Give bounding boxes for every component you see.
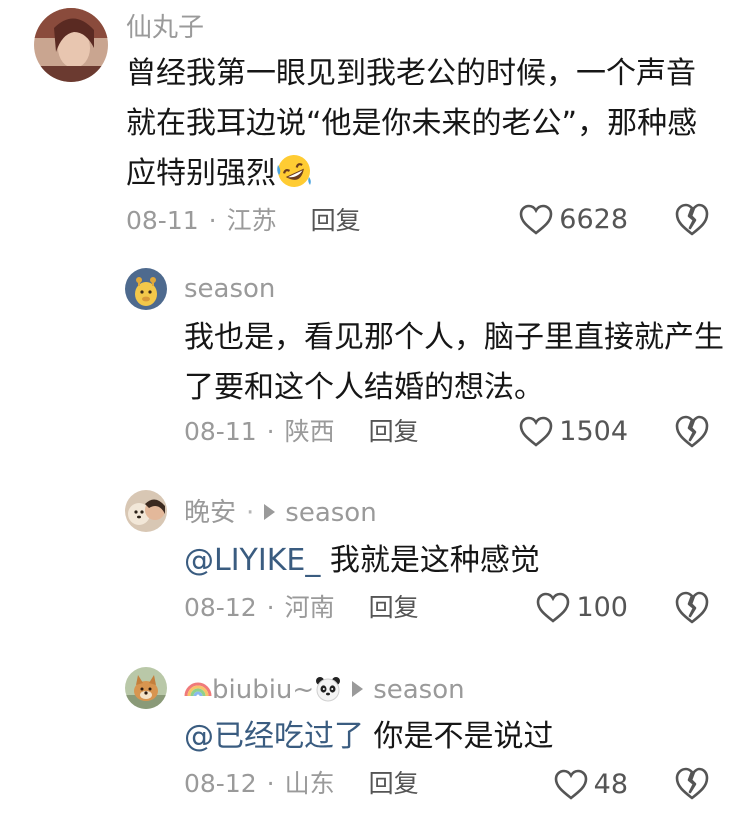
like-count: 48: [593, 769, 628, 800]
reply-button[interactable]: 回复: [369, 593, 419, 622]
comment-meta: 08-12 · 山东 回复: [184, 768, 419, 800]
reply-button[interactable]: 回复: [369, 417, 419, 446]
comment-text-body: 我就是这种感觉: [320, 543, 540, 578]
comment-location: 陕西: [284, 417, 335, 446]
broken-heart-icon[interactable]: [674, 414, 710, 450]
like-count: 1504: [559, 416, 628, 447]
reply-target[interactable]: season: [285, 498, 376, 528]
broken-heart-icon[interactable]: [674, 766, 710, 802]
comment-username[interactable]: 仙丸子: [126, 12, 204, 44]
reply-arrow-icon: [264, 504, 276, 520]
comment-text: 我也是，看见那个人，脑子里直接就产生了要和这个人结婚的想法。: [184, 313, 724, 413]
avatar[interactable]: [34, 8, 108, 82]
like-button[interactable]: 6628: [519, 200, 628, 240]
like-count: 100: [576, 592, 628, 623]
comment-username: biubiu~ season: [184, 674, 465, 706]
comment-date: 08-11: [184, 417, 257, 446]
panda-icon: [316, 677, 341, 702]
comment-date: 08-12: [184, 769, 257, 798]
like-count: 6628: [559, 204, 628, 235]
comment-location: 河南: [284, 593, 335, 622]
comment-text-body: 曾经我第一眼见到我老公的时候，一个声音就在我耳边说“他是你未来的老公”，那种感应…: [126, 56, 698, 191]
comment-meta: 08-11 · 陕西 回复: [184, 416, 419, 448]
like-button[interactable]: 48: [554, 765, 628, 805]
mention-link[interactable]: @已经吃过了: [184, 719, 364, 754]
heart-icon: [519, 416, 553, 447]
heart-icon: [519, 204, 553, 235]
reply-button[interactable]: 回复: [369, 769, 419, 798]
reply-button[interactable]: 回复: [311, 206, 361, 235]
comment-username: 晚安 · season: [184, 497, 377, 529]
avatar[interactable]: [125, 490, 167, 532]
broken-heart-icon[interactable]: [674, 202, 710, 238]
comment-text-body: 我也是，看见那个人，脑子里直接就产生了要和这个人结婚的想法。: [184, 320, 724, 405]
meta-dot: ·: [266, 593, 275, 622]
like-button[interactable]: 100: [536, 588, 628, 628]
comment-username[interactable]: season: [184, 273, 275, 305]
avatar[interactable]: [125, 667, 167, 709]
comment-location: 江苏: [226, 206, 277, 235]
heart-icon: [537, 592, 570, 623]
reply-author[interactable]: 晚安: [184, 498, 236, 528]
like-button[interactable]: 1504: [519, 412, 628, 452]
comment-meta: 08-12 · 河南 回复: [184, 592, 419, 624]
comment-text-body: 你是不是说过: [364, 719, 554, 754]
meta-dot: ·: [266, 417, 275, 446]
comment-meta: 08-11 · 江苏 回复: [126, 205, 361, 237]
username-separator: ·: [246, 498, 255, 528]
meta-dot: ·: [208, 206, 217, 235]
broken-heart-icon[interactable]: [674, 590, 710, 626]
reply-author[interactable]: biubiu~: [212, 675, 314, 705]
comment-location: 山东: [284, 769, 335, 798]
comment-text: @已经吃过了 你是不是说过: [184, 712, 724, 762]
heart-icon: [554, 769, 587, 800]
rofl-emoji-icon: [277, 155, 311, 187]
comment-date: 08-12: [184, 593, 257, 622]
meta-dot: ·: [266, 769, 275, 798]
avatar[interactable]: [125, 268, 167, 310]
comment-text: 曾经我第一眼见到我老公的时候，一个声音就在我耳边说“他是你未来的老公”，那种感应…: [126, 49, 706, 199]
reply-target[interactable]: season: [373, 675, 464, 705]
rainbow-icon: [184, 682, 212, 697]
mention-link[interactable]: @LIYIKE_: [184, 543, 320, 578]
comment-thread: 仙丸子 曾经我第一眼见到我老公的时候，一个声音就在我耳边说“他是你未来的老公”，…: [0, 0, 750, 832]
comment-date: 08-11: [126, 206, 199, 235]
reply-arrow-icon: [352, 681, 364, 697]
comment-text: @LIYIKE_ 我就是这种感觉: [184, 536, 724, 586]
